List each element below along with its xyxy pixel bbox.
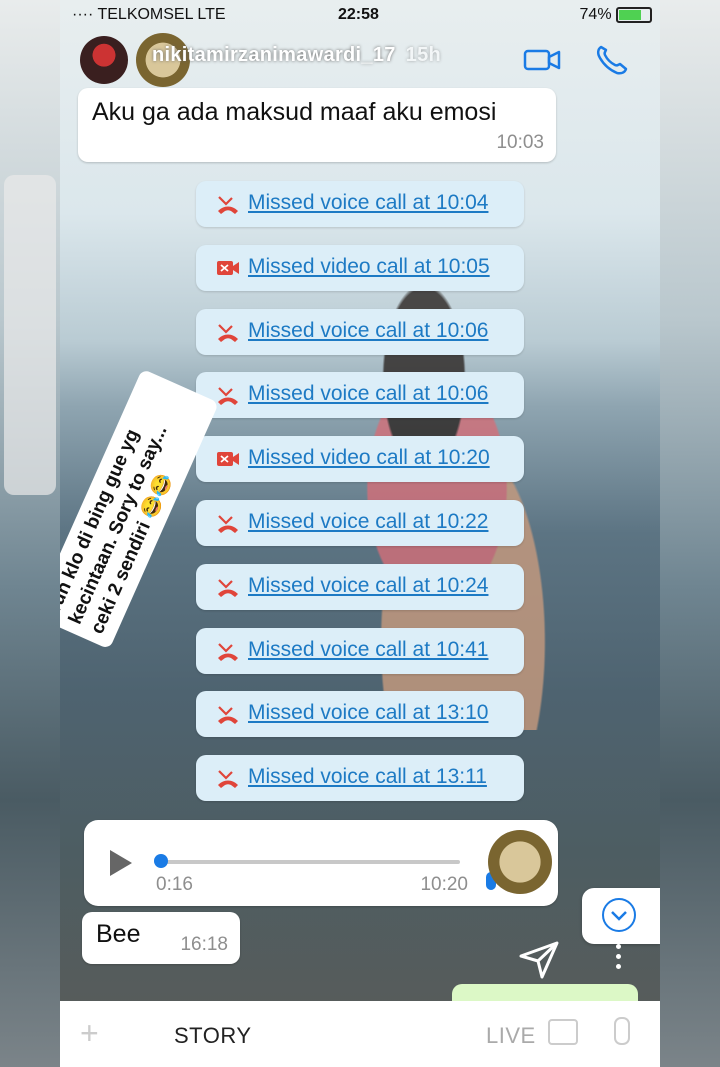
story-username[interactable]: nikitamirzanimawardi_17 15h <box>152 44 441 67</box>
username-text: nikitamirzanimawardi_17 <box>152 44 396 66</box>
plus-icon[interactable]: + <box>80 1015 99 1052</box>
missed-call-bubble[interactable]: Missed video call at 10:05 <box>196 244 524 291</box>
status-bar: ···· TELKOMSEL LTE 22:58 74% <box>60 0 660 30</box>
missed-call-bubble[interactable]: Missed voice call at 10:24 <box>196 563 524 610</box>
missed-call-label[interactable]: Missed voice call at 10:06 <box>248 382 488 406</box>
left-blurred-backdrop <box>0 0 60 1067</box>
clock: 22:58 <box>338 6 379 23</box>
blurred-sticker <box>4 175 56 495</box>
video-call-icon[interactable] <box>522 44 562 76</box>
missed-call-label[interactable]: Missed voice call at 13:11 <box>248 765 487 789</box>
mic-icon[interactable] <box>614 1017 630 1045</box>
missed-call-bubble[interactable]: Missed video call at 10:20 <box>196 436 524 483</box>
message-bubble: Bee 16:18 <box>82 912 240 964</box>
voice-progress-knob[interactable] <box>154 854 168 868</box>
missed-call-label[interactable]: Missed voice call at 10:22 <box>248 510 488 534</box>
avatar[interactable] <box>80 36 128 84</box>
message-text: Aku ga ada maksud maaf aku emosi <box>92 98 497 126</box>
message-time: 16:18 <box>180 934 228 955</box>
missed-call-bubble[interactable]: Missed voice call at 10:06 <box>196 308 524 355</box>
missed-call-label[interactable]: Missed video call at 10:05 <box>248 255 490 279</box>
missed-call-label[interactable]: Missed voice call at 10:06 <box>248 319 488 343</box>
message-bubble: Aku ga ada maksud maaf aku emosi 10:03 <box>78 88 556 162</box>
missed-voice-call-icon <box>218 642 238 661</box>
camera-icon[interactable] <box>548 1019 578 1045</box>
voice-time: 10:20 <box>420 874 468 895</box>
more-options-icon[interactable] <box>616 944 622 974</box>
story-mode-tab[interactable]: STORY <box>174 1023 252 1049</box>
play-icon[interactable] <box>110 850 132 876</box>
send-icon[interactable] <box>518 940 560 980</box>
missed-call-bubble[interactable]: Missed voice call at 13:11 <box>196 755 524 802</box>
chevron-down-icon <box>602 898 636 932</box>
text-sticker: Tuh klo di bing gue yg kecintaan. Sory t… <box>60 258 242 650</box>
missed-voice-call-icon <box>218 770 238 789</box>
chat-header: nikitamirzanimawardi_17 15h <box>60 30 660 90</box>
voice-duration: 0:16 <box>156 874 193 895</box>
missed-call-label[interactable]: Missed voice call at 10:41 <box>248 638 488 662</box>
missed-call-bubble[interactable]: Missed voice call at 13:10 <box>196 691 524 738</box>
missed-call-bubble[interactable]: Missed voice call at 10:06 <box>196 372 524 419</box>
carrier-label: ···· TELKOMSEL LTE <box>72 6 226 23</box>
voice-avatar <box>488 830 552 894</box>
missed-voice-call-icon <box>218 515 238 533</box>
missed-call-label[interactable]: Missed voice call at 13:10 <box>248 701 488 725</box>
missed-voice-call-icon <box>218 196 238 214</box>
missed-call-label[interactable]: Missed voice call at 10:24 <box>248 574 488 598</box>
camera-bottom-bar: + STORY LIVE <box>60 1001 660 1067</box>
battery-percent: 74% <box>579 6 612 23</box>
voice-progress-track[interactable] <box>160 860 460 864</box>
scroll-down-button[interactable] <box>582 888 660 944</box>
story-age: 15h <box>405 44 442 66</box>
missed-call-label[interactable]: Missed video call at 10:20 <box>248 446 490 470</box>
missed-voice-call-icon <box>218 706 238 725</box>
right-blurred-backdrop <box>660 0 720 1067</box>
story-screen: ···· TELKOMSEL LTE 22:58 74% nikitamirza… <box>60 0 660 1067</box>
voice-message: 0:16 10:20 <box>84 820 558 906</box>
phone-icon[interactable] <box>592 44 632 76</box>
message-text: Bee <box>96 920 141 948</box>
missed-call-bubble[interactable]: Missed voice call at 10:22 <box>196 500 524 546</box>
missed-call-bubble[interactable]: Missed voice call at 10:41 <box>196 627 524 674</box>
message-time: 10:03 <box>496 132 544 153</box>
live-mode-tab[interactable]: LIVE <box>486 1023 536 1049</box>
missed-call-bubble[interactable]: Missed voice call at 10:04 <box>196 181 524 227</box>
missed-call-label[interactable]: Missed voice call at 10:04 <box>248 191 488 215</box>
missed-voice-call-icon <box>218 579 238 597</box>
battery-icon <box>616 6 652 23</box>
status-right: 74% <box>580 6 652 24</box>
